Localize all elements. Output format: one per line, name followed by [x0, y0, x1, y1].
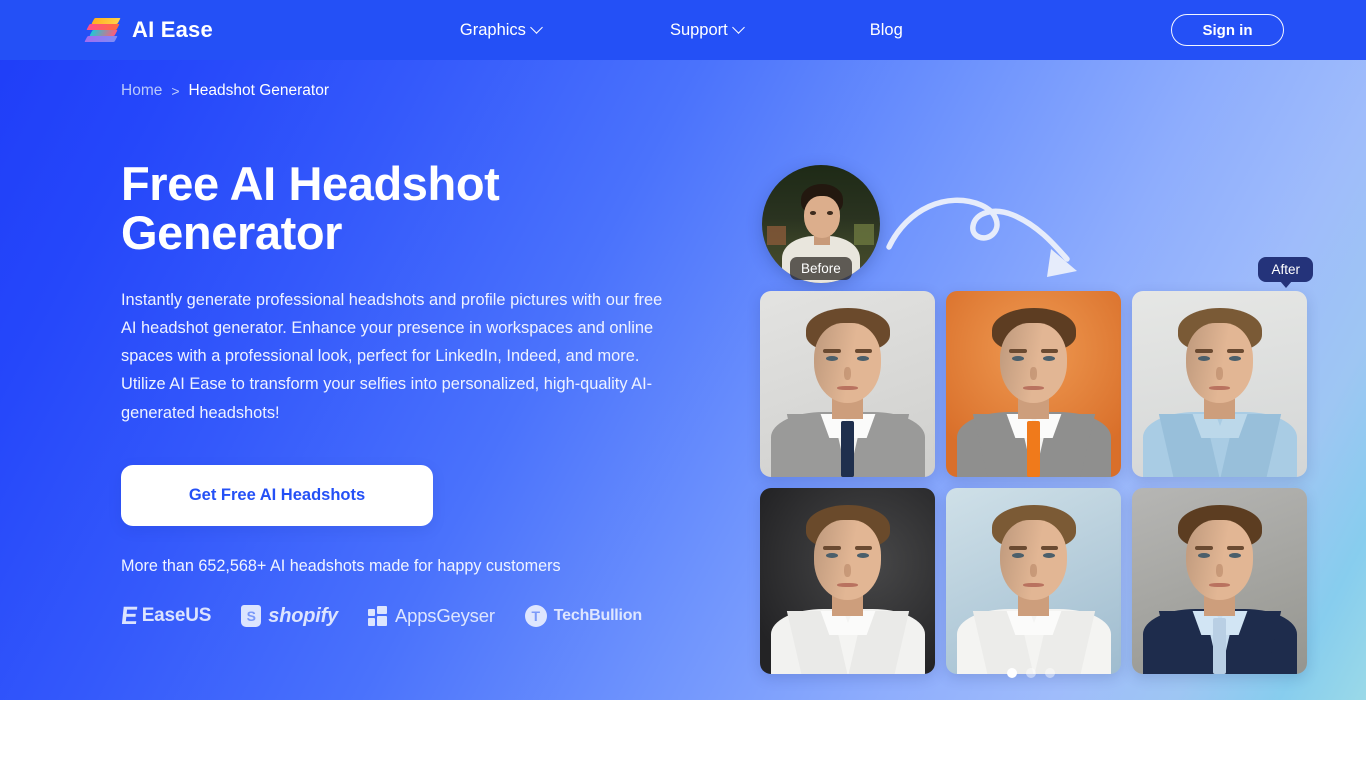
hero-copy-column: Free AI Headshot Generator Instantly gen…: [119, 157, 701, 631]
partner-label-shopify: shopify: [268, 604, 338, 627]
get-free-ai-headshots-button[interactable]: Get Free AI Headshots: [121, 464, 433, 526]
nav-item-blog[interactable]: Blog: [870, 21, 903, 40]
partner-logo-techbullion: T TechBullion: [524, 605, 642, 628]
after-label-badge: After: [1258, 257, 1313, 288]
carousel-dot-1[interactable]: [1007, 668, 1017, 678]
hero-description: Instantly generate professional headshot…: [121, 290, 663, 422]
techbullion-t-icon: T: [524, 605, 547, 628]
before-label-badge: Before: [790, 257, 852, 280]
breadcrumb-separator-icon: >: [171, 83, 180, 99]
headshot-result-card[interactable]: [1132, 291, 1307, 477]
headshot-result-card[interactable]: [946, 488, 1121, 674]
partner-label-appsgeyser: AppsGeyser: [394, 605, 495, 627]
site-header: AI Ease Graphics Support Blog Sign in: [0, 0, 1366, 60]
partner-logo-easeus: E EaseUS: [119, 601, 212, 631]
curved-loop-arrow-icon: [886, 197, 1077, 277]
partner-logo-strip: E EaseUS shopify AppsGeyser T TechBullio…: [119, 601, 701, 631]
headshot-result-card[interactable]: [1132, 488, 1307, 674]
headshot-showcase: Before After: [755, 160, 1325, 690]
headshot-result-card[interactable]: [760, 488, 935, 674]
carousel-dot-3[interactable]: [1045, 668, 1055, 678]
chevron-down-icon: [532, 23, 543, 34]
partner-logo-appsgeyser: AppsGeyser: [367, 605, 495, 627]
main-nav: Graphics Support Blog: [333, 21, 903, 40]
nav-label-blog: Blog: [869, 20, 903, 39]
nav-item-graphics[interactable]: Graphics: [460, 21, 543, 40]
nav-label-graphics: Graphics: [459, 20, 526, 39]
breadcrumb-home-link[interactable]: Home: [121, 82, 162, 100]
carousel-dot-2[interactable]: [1026, 668, 1036, 678]
page-title: Free AI Headshot Generator: [121, 157, 500, 259]
appsgeyser-grid-icon: [367, 606, 388, 627]
partner-logo-shopify: shopify: [241, 605, 338, 628]
brand-name: AI Ease: [132, 17, 213, 42]
nav-label-support: Support: [669, 20, 728, 39]
partner-label-techbullion: TechBullion: [553, 607, 642, 625]
brand-logo[interactable]: AI Ease: [83, 16, 213, 44]
hero-section: AI Ease Graphics Support Blog Sign in Ho…: [0, 0, 1366, 700]
headshot-result-card[interactable]: [946, 291, 1121, 477]
easeus-e-icon: E: [119, 601, 140, 630]
nav-item-support[interactable]: Support: [670, 21, 745, 40]
headshot-results-grid: [760, 291, 1307, 674]
breadcrumb-current-page: Headshot Generator: [188, 82, 329, 99]
ai-ease-wing-logo-icon: [83, 16, 121, 44]
sign-in-button[interactable]: Sign in: [1171, 14, 1284, 46]
headshot-result-card[interactable]: [760, 291, 935, 477]
chevron-down-icon: [734, 23, 745, 34]
shopify-bag-icon: [241, 605, 262, 628]
partner-label-easeus: EaseUS: [141, 605, 212, 627]
carousel-dots: [1007, 668, 1055, 678]
headshot-count-stat: More than 652,568+ AI headshots made for…: [121, 556, 561, 575]
breadcrumb: Home > Headshot Generator: [121, 82, 329, 100]
before-image-wrapper: Before: [762, 165, 880, 283]
